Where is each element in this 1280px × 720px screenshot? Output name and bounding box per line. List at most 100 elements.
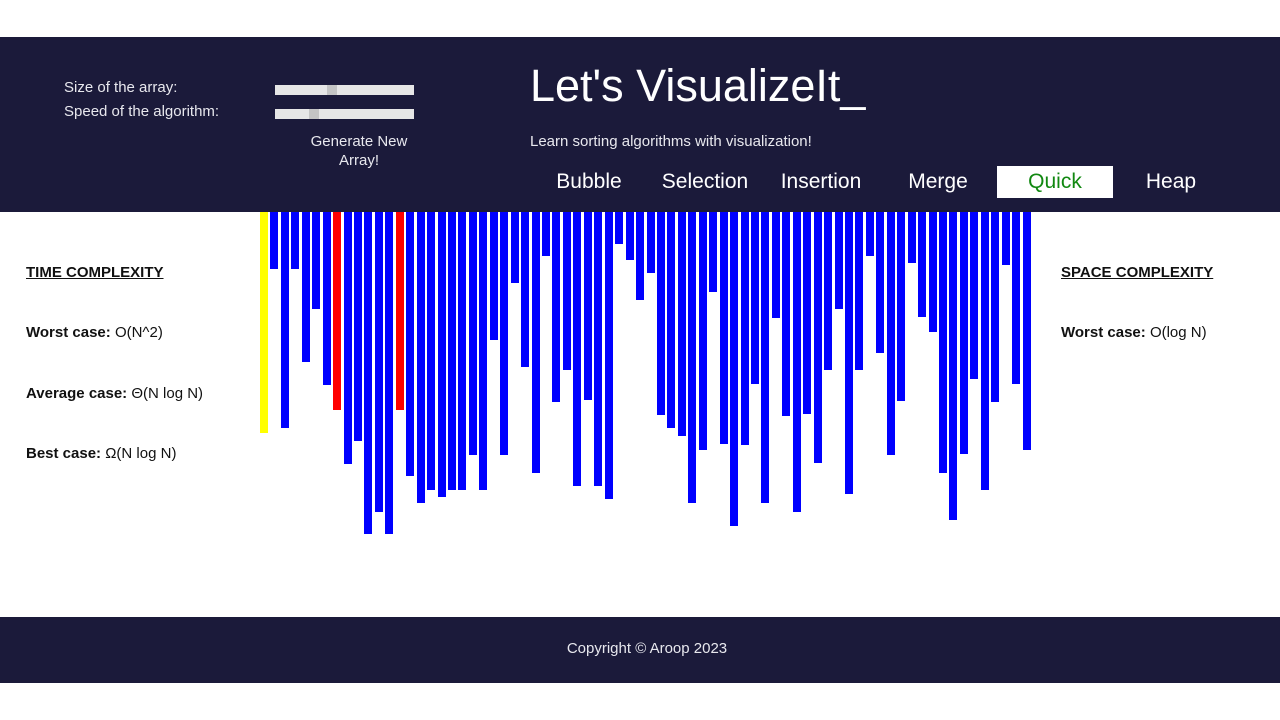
page-subtitle: Learn sorting algorithms with visualizat… [530,133,812,150]
array-bar [573,212,582,486]
time-worst-case-label: Worst case: [26,324,111,341]
array-bar [374,212,383,512]
visualization-area: TIME COMPLEXITY Worst case: O(N^2) Avera… [0,212,1280,616]
array-bar [897,212,906,401]
array-bar [855,212,864,370]
array-bar [803,212,812,414]
array-bar [886,212,895,455]
time-average-case-value: Θ(N log N) [131,385,204,402]
array-size-label: Size of the array: [64,79,178,96]
array-bar [730,212,739,526]
array-bar [970,212,979,379]
array-size-slider-thumb[interactable] [327,85,337,95]
algorithm-tab-bubble[interactable]: Bubble [538,166,640,198]
time-worst-case-value: O(N^2) [114,324,163,341]
array-bar [656,212,665,415]
algorithm-tab-quick[interactable]: Quick [997,166,1113,198]
array-bar [782,212,791,416]
array-bar [354,212,362,441]
array-bars [260,212,1033,616]
array-bar-compare [333,212,342,410]
array-bar [280,212,289,428]
app-header: Size of the array: Speed of the algorith… [0,37,1280,212]
algorithm-tab-selection[interactable]: Selection [651,166,759,198]
array-bar [698,212,707,450]
space-complexity-heading: SPACE COMPLEXITY [1061,264,1214,281]
array-bar [322,212,331,385]
array-bar [521,212,530,367]
algorithm-tab-heap[interactable]: Heap [1120,166,1222,198]
array-bar [761,212,770,503]
array-bar [343,212,352,464]
array-bar [719,212,728,444]
array-bar [771,212,780,318]
array-bar [416,212,425,503]
array-bar [918,212,927,317]
array-bar [552,212,561,402]
array-bar [625,212,634,260]
array-bar [949,212,958,520]
array-bar [991,212,1000,402]
array-bar [1022,212,1031,450]
array-bar [1012,212,1021,384]
space-worst-case-value: O(log N) [1149,324,1207,341]
array-bar [301,212,310,362]
array-bar [844,212,853,494]
array-bar [980,212,989,490]
copyright-text: Copyright © Aroop 2023 [566,640,728,657]
array-size-slider[interactable] [275,85,414,95]
array-bar [824,212,833,370]
array-bar [615,212,624,244]
array-bar [448,212,457,490]
time-best-case-value: Ω(N log N) [105,445,177,462]
array-bar [750,212,759,384]
array-bar [907,212,916,263]
array-bar [583,212,592,400]
array-bar [531,212,540,473]
space-worst-case: Worst case: O(log N) [1061,324,1207,341]
time-average-case-label: Average case: [26,385,128,402]
array-bar [510,212,519,283]
array-bar [270,212,279,269]
space-worst-case-label: Worst case: [1061,324,1146,341]
array-bar [542,212,551,256]
array-bar [479,212,488,490]
app-footer: Copyright © Aroop 2023 [0,617,1280,683]
array-bar [636,212,645,300]
array-bar-pivot [260,212,268,433]
time-best-case-label: Best case: [26,445,102,462]
array-bar [312,212,321,309]
generate-new-array-button[interactable]: Generate New Array! [300,132,418,170]
array-bar [562,212,571,370]
array-bar [688,212,697,503]
array-bar [489,212,498,340]
array-bar [646,212,655,273]
array-bar [928,212,937,332]
array-bar [709,212,718,292]
time-best-case: Best case: Ω(N log N) [26,445,176,462]
array-bar-compare [395,212,404,410]
time-complexity-heading: TIME COMPLEXITY [26,264,164,281]
array-bar [667,212,676,428]
time-worst-case: Worst case: O(N^2) [26,324,163,341]
array-bar [740,212,749,445]
array-bar [468,212,477,455]
array-bar [865,212,874,256]
array-bar [813,212,822,463]
array-bar [938,212,947,473]
array-bar [437,212,446,497]
array-bar [291,212,300,269]
array-bar [677,212,686,436]
algorithm-speed-slider-thumb[interactable] [309,109,319,119]
algorithm-tab-insertion[interactable]: Insertion [768,166,874,198]
array-bar [876,212,885,353]
array-bar [458,212,467,490]
array-bar [500,212,509,455]
array-bar [959,212,968,454]
algorithm-tab-merge[interactable]: Merge [887,166,989,198]
array-bar [604,212,613,499]
array-bar [385,212,394,534]
algorithm-speed-slider[interactable] [275,109,414,119]
algorithm-speed-label: Speed of the algorithm: [64,103,220,120]
array-bar [834,212,843,309]
